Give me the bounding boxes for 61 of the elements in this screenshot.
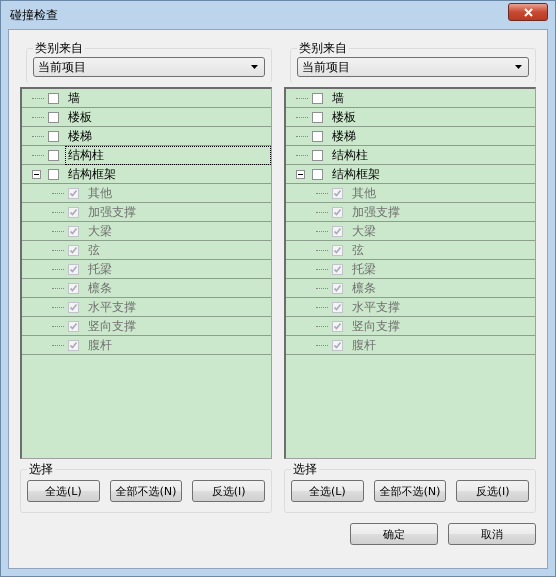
check-icon xyxy=(333,284,342,292)
check-icon xyxy=(333,302,342,312)
tree-item[interactable]: 楼板 xyxy=(329,108,359,126)
checkbox[interactable] xyxy=(312,130,323,142)
caret-icon xyxy=(515,65,522,69)
dropdown-value: 当前项目 xyxy=(302,58,350,76)
selection-button[interactable]: 全选(L) xyxy=(291,480,364,502)
check-icon xyxy=(333,322,342,330)
selection-button[interactable]: 反选(I) xyxy=(456,480,530,502)
tree-item[interactable]: 楼板 xyxy=(65,108,95,126)
check-icon xyxy=(69,208,78,216)
tree-item[interactable]: 结构框架 xyxy=(329,164,383,184)
dropdown-value: 当前项目 xyxy=(38,58,86,76)
dialog-button[interactable]: 确定 xyxy=(350,523,438,545)
checkbox[interactable] xyxy=(48,150,59,160)
check-icon xyxy=(69,340,78,350)
check-icon xyxy=(333,226,342,236)
collapse-toggle-icon[interactable] xyxy=(296,170,305,178)
check-icon xyxy=(69,302,78,312)
selection-button[interactable]: 全部不选(N) xyxy=(110,480,182,502)
checkbox[interactable] xyxy=(48,92,59,104)
tree-item[interactable]: 楼梯 xyxy=(329,126,359,146)
group-label: 类别来自 xyxy=(33,41,85,55)
checkbox[interactable] xyxy=(312,92,323,104)
check-icon xyxy=(333,208,342,216)
selection-button[interactable]: 反选(I) xyxy=(192,480,266,502)
checkbox[interactable] xyxy=(48,130,59,142)
tree-item[interactable]: 结构柱 xyxy=(329,146,371,164)
tree-item[interactable]: 楼梯 xyxy=(65,126,95,146)
source-dropdown[interactable]: 当前项目 xyxy=(297,57,529,77)
check-icon xyxy=(69,246,78,254)
group-label: 类别来自 xyxy=(297,41,349,55)
check-icon xyxy=(69,284,78,292)
checkbox[interactable] xyxy=(312,168,323,180)
check-icon xyxy=(333,340,342,350)
checkbox[interactable] xyxy=(48,168,59,180)
selection-button[interactable]: 全部不选(N) xyxy=(374,480,446,502)
caret-icon xyxy=(251,65,258,69)
checkbox[interactable] xyxy=(312,150,323,160)
window-title: 碰撞检查 xyxy=(9,6,58,24)
tree-item[interactable]: 墙 xyxy=(329,89,347,108)
check-icon xyxy=(69,322,78,330)
tree-item[interactable]: 结构柱 xyxy=(65,146,271,164)
close-button[interactable] xyxy=(508,3,548,21)
group-label: 选择 xyxy=(291,462,319,476)
checkbox[interactable] xyxy=(312,112,323,122)
check-icon xyxy=(69,264,78,274)
tree-item[interactable]: 墙 xyxy=(65,89,83,108)
collapse-toggle-icon[interactable] xyxy=(32,170,41,178)
checkbox[interactable] xyxy=(48,112,59,122)
close-icon xyxy=(524,8,532,16)
check-icon xyxy=(69,226,78,236)
source-dropdown[interactable]: 当前项目 xyxy=(33,57,265,77)
check-icon xyxy=(333,246,342,254)
check-icon xyxy=(333,188,342,198)
dialog-button[interactable]: 取消 xyxy=(448,523,536,545)
check-icon xyxy=(69,188,78,198)
check-icon xyxy=(333,264,342,274)
selection-button[interactable]: 全选(L) xyxy=(27,480,100,502)
group-label: 选择 xyxy=(27,462,55,476)
tree-item[interactable]: 结构框架 xyxy=(65,164,119,184)
